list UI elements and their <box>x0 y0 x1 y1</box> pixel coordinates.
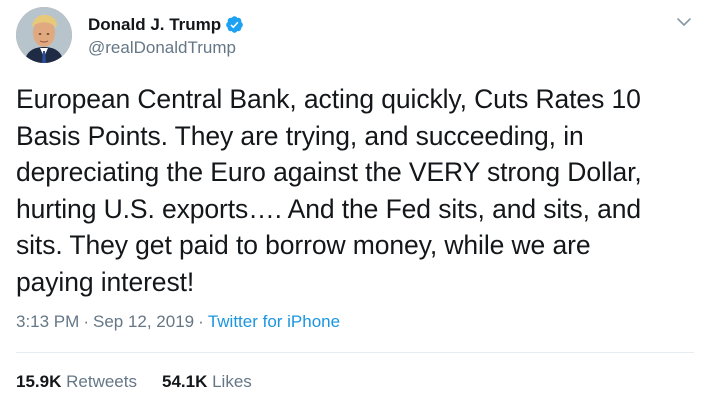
likes-label: Likes <box>212 372 252 391</box>
tweet-metadata: 3:13 PM · Sep 12, 2019 · Twitter for iPhone <box>16 312 340 332</box>
name-row: Donald J. Trump <box>88 15 244 35</box>
verified-badge-icon <box>225 15 244 34</box>
tweet-date[interactable]: Sep 12, 2019 <box>93 312 194 331</box>
tweet-text-line: paying interest! <box>16 266 195 297</box>
tweet-text: European Central Bank, acting quickly, C… <box>16 81 696 300</box>
likes-count: 54.1K <box>161 372 208 391</box>
tweet-text-line: Basis Points. They are trying, and succe… <box>16 120 584 151</box>
author-handle[interactable]: @realDonaldTrump <box>88 38 244 58</box>
retweets-label: Retweets <box>66 372 137 391</box>
avatar[interactable] <box>16 7 72 63</box>
chevron-down-icon[interactable] <box>674 12 694 32</box>
tweet-text-line: depreciating the Euro against the VERY s… <box>16 157 642 187</box>
tweet-header: Donald J. Trump @realDonaldTrump <box>16 7 244 63</box>
tweet-stats: 15.9K Retweets 54.1K Likes <box>16 372 277 392</box>
tweet-time[interactable]: 3:13 PM <box>16 312 79 331</box>
tweet-text-line: European Central Bank, acting quickly, C… <box>16 84 641 114</box>
likes-stat[interactable]: 54.1K Likes <box>162 372 252 392</box>
author-display-name[interactable]: Donald J. Trump <box>88 15 221 35</box>
author-names: Donald J. Trump @realDonaldTrump <box>88 15 244 58</box>
meta-separator: · <box>83 312 89 331</box>
tweet-source-link[interactable]: Twitter for iPhone <box>208 312 340 331</box>
retweets-stat[interactable]: 15.9K Retweets <box>16 372 137 392</box>
meta-separator: · <box>198 312 204 331</box>
tweet-card: Donald J. Trump @realDonaldTrump Europea… <box>0 0 710 407</box>
retweets-count: 15.9K <box>16 372 62 391</box>
tweet-text-line: hurting U.S. exports…. And the Fed sits,… <box>16 193 642 224</box>
tweet-text-line: sits. They get paid to borrow money, whi… <box>16 230 591 260</box>
divider <box>16 352 694 353</box>
